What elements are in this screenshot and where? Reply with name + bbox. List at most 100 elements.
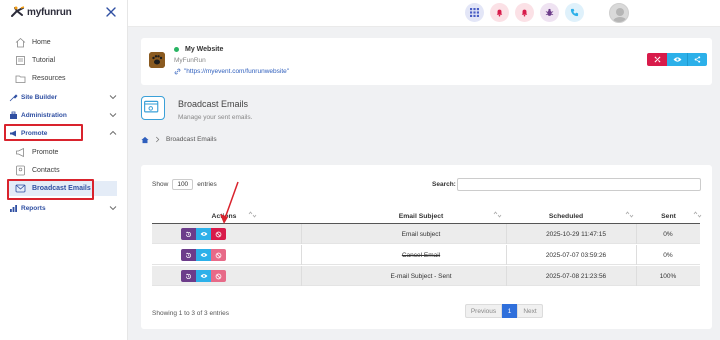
grid-icon [470,8,479,17]
runner-logo-icon [11,6,25,17]
sidebar-item-label: Promote [21,130,48,137]
alerts-button[interactable] [490,3,509,22]
bug-report-button[interactable] [540,3,559,22]
page-1-button[interactable]: 1 [502,304,517,318]
sidebar-item-resources[interactable]: Resources [0,71,128,86]
tools-icon [654,56,660,63]
home-icon[interactable] [141,136,149,144]
share-icon [694,56,701,63]
megaphone-icon [10,130,16,137]
sidebar-item-contacts[interactable]: Contacts [0,163,128,178]
view-button[interactable] [196,249,211,261]
eye-icon [673,57,681,62]
chevron-down-icon [109,113,117,118]
sidebar-item-label: Home [32,39,51,46]
search-input[interactable] [457,178,701,191]
history-button[interactable] [181,228,196,240]
next-page-button[interactable]: Next [517,304,543,318]
bug-icon [545,8,554,16]
site-actions [647,53,707,66]
column-header-sent[interactable]: Sent [636,209,701,223]
sidebar-item-label: Broadcast Emails [32,185,91,192]
cancel-button[interactable] [211,228,226,240]
table-info: Showing 1 to 3 of 3 entries [152,310,229,317]
site-url-link[interactable]: "https://myevent.com/funrunwebsite" [184,68,289,75]
bell-icon [496,9,503,17]
eye-icon [200,274,207,278]
eye-icon [200,232,207,236]
chevron-down-icon [109,95,117,100]
sidebar-item-home[interactable]: Home [0,35,128,50]
scheduled-cell: 2025-10-29 11:47:15 [546,230,606,238]
previous-page-button[interactable]: Previous [465,304,502,318]
sidebar-item-reports[interactable]: Reports [0,201,128,216]
history-icon [185,231,192,237]
megaphone-icon [16,147,24,158]
sidebar: myfunrun Home Tutorial Resources Site Bu… [0,0,128,340]
broadcast-table-card: Show 100 entries Search: Actions Email S… [141,165,712,329]
ban-icon [215,252,222,258]
site-name: My Website [185,46,224,53]
close-icon[interactable] [105,6,117,18]
phone-icon [570,8,579,17]
site-card: My Website MyFunRun "https://myevent.com… [141,38,712,85]
chevron-up-icon [109,130,117,135]
sort-icon[interactable] [248,211,257,218]
sent-cell: 0% [663,230,673,238]
status-online-dot [174,47,179,52]
home-icon [15,37,26,48]
show-label: Show [152,181,169,188]
entries-label: entries [197,181,217,188]
history-button[interactable] [181,270,196,282]
chevron-down-icon [109,206,117,211]
sidebar-item-administration[interactable]: Administration [0,108,128,123]
user-icon [612,8,628,22]
notifications-button[interactable] [515,3,534,22]
book-icon [16,56,25,65]
view-button[interactable] [196,228,211,240]
sidebar-item-site-builder[interactable]: Site Builder [0,90,128,105]
cancel-button-disabled [211,249,226,261]
top-bar [128,0,720,27]
site-tools-button[interactable] [647,53,667,66]
sidebar-item-promote[interactable]: Promote [0,126,128,141]
phone-support-button[interactable] [565,3,584,22]
avatar[interactable] [609,3,629,23]
sort-icon[interactable] [493,211,502,218]
broadcast-icon [15,184,26,193]
table-row: Cancel Email 2025-07-07 03:59:26 0% [152,245,700,265]
brand-logo[interactable]: myfunrun [10,5,72,19]
chevron-right-icon [155,136,160,143]
scheduled-cell: 2025-07-07 03:59:26 [545,251,607,259]
cancel-button-disabled [211,270,226,282]
sidebar-item-label: Reports [21,205,46,212]
column-header-subject[interactable]: Email Subject [301,209,541,223]
chart-icon [10,205,17,212]
site-logo [149,52,165,68]
email-subject-cell: Cancel Email [401,251,441,259]
history-icon [185,273,192,279]
site-organization: MyFunRun [174,57,206,64]
page-subtitle: Manage your sent emails. [178,114,253,121]
column-header-actions[interactable]: Actions [152,209,296,223]
sidebar-item-broadcast-emails[interactable]: Broadcast Emails [8,181,117,196]
sidebar-item-label: Resources [32,75,66,82]
breadcrumb-current: Broadcast Emails [166,136,217,143]
history-icon [185,252,192,258]
brand-name: myfunrun [27,6,72,18]
sidebar-item-tutorial[interactable]: Tutorial [0,53,128,68]
column-header-scheduled[interactable]: Scheduled [506,209,626,223]
ban-icon [215,231,222,237]
entries-select[interactable]: 100 [172,179,194,190]
link-icon [174,68,181,75]
sidebar-item-promote-sub[interactable]: Promote [0,145,128,160]
view-button[interactable] [196,270,211,282]
site-view-button[interactable] [667,53,687,66]
history-button[interactable] [181,249,196,261]
sort-icon[interactable] [625,211,634,218]
sort-icon[interactable] [693,211,702,218]
site-share-button[interactable] [687,53,707,66]
table-row: E-mail Subject - Sent 2025-07-08 21:23:5… [152,266,700,286]
broadcast-page-icon [141,96,165,120]
apps-grid-button[interactable] [465,3,484,22]
